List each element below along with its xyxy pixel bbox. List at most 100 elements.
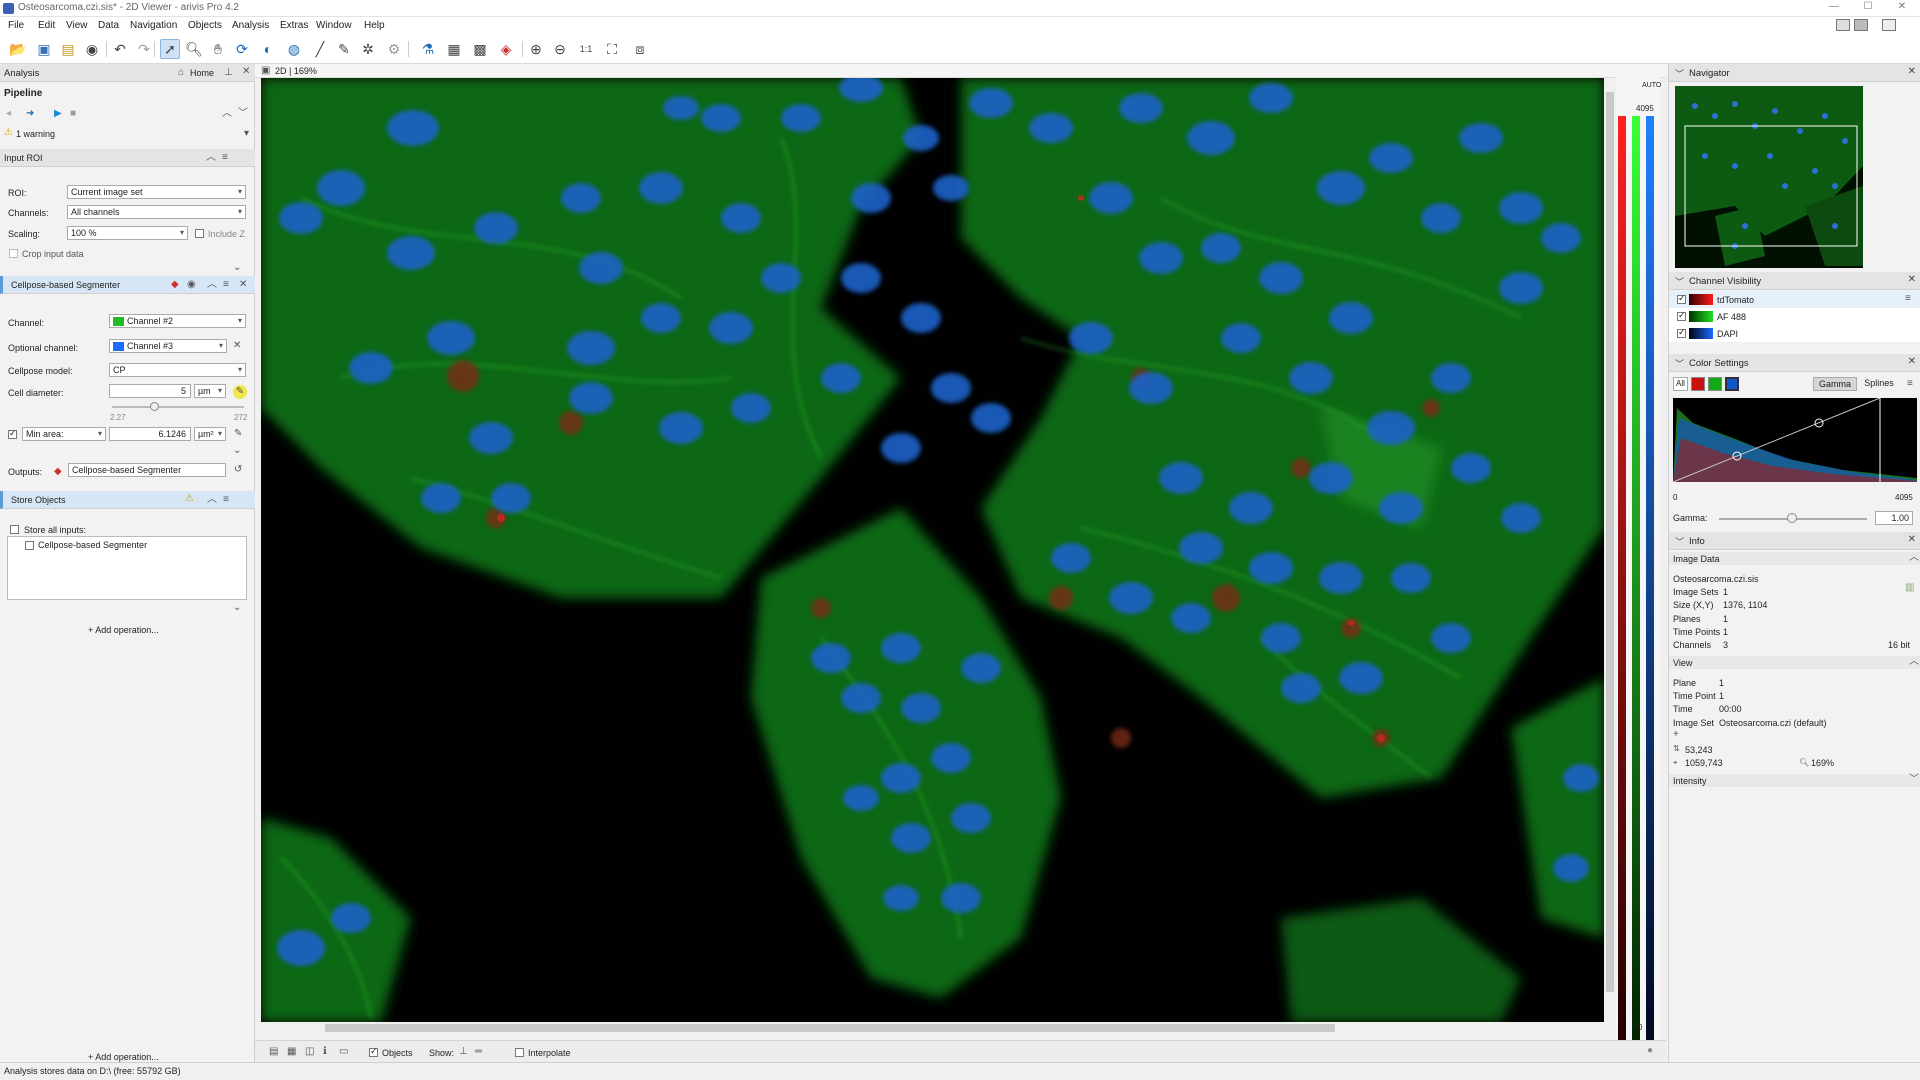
- horizontal-scroll-thumb[interactable]: [325, 1024, 1335, 1032]
- input-roi-header[interactable]: Input ROI ︿ ≡: [0, 149, 255, 167]
- expand-icon[interactable]: ﹀: [1909, 775, 1919, 785]
- diameter-slider-track[interactable]: [112, 406, 244, 408]
- channel-select[interactable]: Channel #2 ▾: [109, 314, 246, 328]
- scaling-select[interactable]: 100 % ▾: [67, 226, 188, 240]
- menu-window[interactable]: Window: [316, 20, 352, 31]
- pin-icon[interactable]: ⊥: [224, 68, 233, 78]
- collapse-chevron-icon[interactable]: ﹀: [1675, 357, 1684, 370]
- store-objects-header[interactable]: Store Objects ⚠ ︿ ≡: [0, 491, 255, 509]
- view-mode-icon[interactable]: ▤: [269, 1047, 278, 1057]
- menu-objects[interactable]: Objects: [188, 20, 222, 31]
- select-pointer-icon[interactable]: ➚: [160, 39, 180, 59]
- microscopy-image[interactable]: [261, 78, 1604, 1022]
- home-button[interactable]: Home: [190, 68, 214, 78]
- red-channel-button[interactable]: [1691, 377, 1705, 391]
- channel-row-af488[interactable]: AF 488: [1669, 308, 1920, 325]
- channel-menu-icon[interactable]: ≡: [1905, 294, 1911, 304]
- draw-roi-icon[interactable]: ◐: [258, 39, 278, 59]
- warning-count[interactable]: 1 warning: [16, 129, 55, 139]
- segmenter-header[interactable]: Cellpose-based Segmenter ◆ ◉ ︿ ≡ ✕: [0, 276, 255, 294]
- tools-icon[interactable]: ✲: [358, 39, 378, 59]
- redo-icon[interactable]: ↷: [134, 39, 154, 59]
- edit-min-area-icon[interactable]: ✎: [234, 429, 242, 439]
- blue-channel-button[interactable]: [1725, 377, 1739, 391]
- menu-file[interactable]: File: [8, 20, 24, 31]
- cell-diameter-input[interactable]: 5: [109, 384, 191, 398]
- include-z-checkbox[interactable]: [195, 229, 204, 238]
- outputs-input[interactable]: Cellpose-based Segmenter: [68, 463, 226, 477]
- zoom-tool-icon[interactable]: 🔍︎: [184, 39, 204, 59]
- undo-icon[interactable]: ↶: [110, 39, 130, 59]
- gamma-tab[interactable]: Gamma: [1813, 377, 1857, 391]
- expand-more-icon[interactable]: ⌄: [233, 603, 241, 613]
- pencil-icon[interactable]: ✎: [334, 39, 354, 59]
- screenshot-camera-icon[interactable]: ⧈: [630, 39, 650, 59]
- color-icon[interactable]: ◆: [171, 280, 179, 290]
- zoom-out-icon[interactable]: ⊖: [550, 39, 570, 59]
- import-icon[interactable]: ▤: [58, 39, 78, 59]
- step-back-icon[interactable]: ◂: [6, 109, 11, 119]
- min-area-checkbox[interactable]: [8, 428, 17, 439]
- close-color-settings-icon[interactable]: ✕: [1908, 356, 1916, 367]
- histogram[interactable]: [1672, 397, 1917, 483]
- channel-visibility-header[interactable]: ﹀ Channel Visibility ✕: [1669, 272, 1920, 290]
- menu-icon[interactable]: ≡: [222, 153, 228, 163]
- gallery-icon[interactable]: ▩: [470, 39, 490, 59]
- navigator-thumbnail[interactable]: [1675, 86, 1863, 268]
- green-lut-bar[interactable]: [1632, 116, 1640, 1076]
- monitor-icon[interactable]: ▭: [339, 1047, 348, 1057]
- fit-view-icon[interactable]: ⛶: [602, 39, 622, 59]
- green-channel-button[interactable]: [1708, 377, 1722, 391]
- min-area-select[interactable]: Min area: ▾: [22, 427, 106, 441]
- menu-help[interactable]: Help: [364, 20, 385, 31]
- close-window-button[interactable]: ✕: [1888, 1, 1916, 16]
- cellpose-model-select[interactable]: CP ▾: [109, 363, 246, 377]
- show-objects-icon[interactable]: ⊥: [459, 1047, 468, 1057]
- collapse-icon[interactable]: ︿: [1909, 657, 1919, 667]
- table-icon[interactable]: ▦: [444, 39, 464, 59]
- interpolate-checkbox[interactable]: [515, 1048, 524, 1057]
- close-info-icon[interactable]: ✕: [1908, 534, 1916, 545]
- collapse-icon[interactable]: ︿: [206, 153, 216, 163]
- menu-icon[interactable]: ≡: [223, 280, 229, 290]
- channel-color-swatch[interactable]: [1689, 328, 1713, 339]
- volume-view-icon[interactable]: ◫: [305, 1047, 314, 1057]
- channel-row-dapi[interactable]: DAPI: [1669, 325, 1920, 342]
- red-lut-bar[interactable]: [1618, 116, 1626, 1076]
- splines-tab[interactable]: Splines: [1859, 377, 1899, 391]
- store-segmenter-checkbox[interactable]: [25, 541, 34, 550]
- channel-row-tdtomato[interactable]: tdTomato ≡: [1669, 291, 1920, 308]
- layout-split-icon[interactable]: [1854, 19, 1868, 31]
- menu-navigation[interactable]: Navigation: [130, 20, 177, 31]
- menu-extras[interactable]: Extras: [280, 20, 308, 31]
- close-navigator-icon[interactable]: ✕: [1908, 66, 1916, 77]
- remove-operation-icon[interactable]: ✕: [239, 280, 247, 290]
- collapse-chevron-icon[interactable]: ﹀: [1675, 275, 1684, 288]
- objects-checkbox[interactable]: [369, 1046, 378, 1057]
- all-channels-button[interactable]: All: [1673, 377, 1688, 391]
- zoom-1to1-icon[interactable]: 1:1: [576, 39, 596, 59]
- color-settings-menu-icon[interactable]: ≡: [1907, 379, 1913, 389]
- document-icon[interactable]: ▥: [1905, 583, 1914, 593]
- collapse-up-icon[interactable]: ︿: [222, 109, 232, 119]
- collapse-down-icon[interactable]: ﹀: [238, 109, 248, 119]
- filter-icon[interactable]: ⚙︎: [384, 39, 404, 59]
- intensity-section[interactable]: Intensity ﹀: [1669, 774, 1920, 787]
- image-viewer[interactable]: [261, 78, 1604, 1022]
- rotate-icon[interactable]: ⟳: [232, 39, 252, 59]
- grid-view-icon[interactable]: ▦: [287, 1047, 296, 1057]
- channel-visible-checkbox[interactable]: [1677, 310, 1686, 321]
- add-operation-button[interactable]: + Add operation...: [88, 1052, 159, 1062]
- vertical-scroll-thumb[interactable]: [1606, 92, 1614, 992]
- gamma-slider-thumb[interactable]: [1787, 513, 1797, 523]
- info-header[interactable]: ﹀ Info ✕: [1669, 532, 1920, 550]
- navigator-header[interactable]: ﹀ Navigator ✕: [1669, 64, 1920, 82]
- collapse-icon[interactable]: ︿: [1909, 553, 1919, 563]
- pan-hand-icon[interactable]: ✋︎: [208, 39, 228, 59]
- min-area-unit-select[interactable]: µm² ▾: [194, 427, 226, 441]
- warning-dropdown-icon[interactable]: ▾: [244, 129, 249, 139]
- channel-color-swatch[interactable]: [1689, 294, 1713, 305]
- color-settings-header[interactable]: ﹀ Color Settings ✕: [1669, 354, 1920, 372]
- collapse-chevron-icon[interactable]: ﹀: [1675, 535, 1684, 548]
- open-icon[interactable]: 📂: [8, 39, 28, 59]
